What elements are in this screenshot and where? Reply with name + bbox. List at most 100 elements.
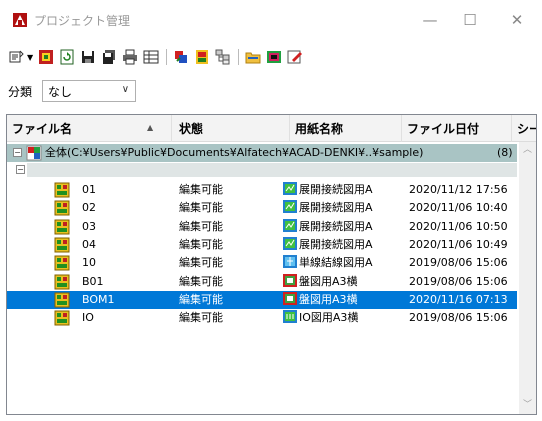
file-list[interactable]: ファイル名 ▲ 状態 用紙名称 ファイル日付 シー − 全体(C:¥Users¥… bbox=[6, 114, 537, 415]
connection-diagram-icon bbox=[283, 182, 299, 196]
file-row-io[interactable]: IO 編集可能 IO図用A3横 2019/08/06 15:06 bbox=[7, 309, 517, 327]
scroll-down-icon[interactable]: ﹀ bbox=[519, 397, 536, 414]
tree-root-row[interactable]: − 全体(C:¥Users¥Public¥Documents¥Alfatech¥… bbox=[7, 144, 517, 162]
file-row-02[interactable]: 02 編集可能 展開接続図用A 2020/11/06 10:40 bbox=[7, 199, 517, 217]
file-name: 01 bbox=[82, 183, 96, 196]
toolbar: ▼ bbox=[8, 46, 307, 68]
file-paper: 展開接続図用A bbox=[283, 218, 403, 236]
file-row-bom1[interactable]: BOM1 編集可能 盤図用A3横 2020/11/16 07:13 bbox=[7, 290, 517, 309]
drawing-file-icon bbox=[54, 255, 70, 271]
file-paper: 展開接続図用A bbox=[283, 236, 403, 254]
file-paper: 展開接続図用A bbox=[283, 181, 403, 199]
column-header-status[interactable]: 状態 bbox=[172, 115, 290, 142]
list-view-icon[interactable] bbox=[142, 48, 160, 66]
maximize-button[interactable]: ☐ bbox=[447, 0, 493, 40]
folder-icon[interactable] bbox=[244, 48, 262, 66]
window-title: プロジェクト管理 bbox=[34, 14, 131, 28]
file-date: 2019/08/06 15:06 bbox=[409, 256, 508, 270]
file-row-10[interactable]: 10 編集可能 単線結線図用A 2019/08/06 15:06 bbox=[7, 254, 517, 272]
file-row-b01[interactable]: B01 編集可能 盤図用A3横 2019/08/06 15:06 bbox=[7, 273, 517, 291]
new-project-icon[interactable] bbox=[37, 48, 55, 66]
collapse-icon[interactable]: − bbox=[13, 148, 22, 157]
connection-diagram-icon bbox=[283, 236, 299, 251]
edit-icon[interactable] bbox=[286, 48, 304, 66]
category-select[interactable]: なし ∨ bbox=[42, 80, 137, 102]
file-date: 2020/11/16 07:13 bbox=[409, 292, 508, 306]
file-paper: 盤図用A3横 bbox=[283, 273, 403, 291]
file-status: 編集可能 bbox=[179, 256, 223, 270]
category-select-value: なし bbox=[48, 84, 73, 99]
sort-ascending-icon: ▲ bbox=[147, 123, 154, 132]
file-name: B01 bbox=[82, 274, 104, 288]
drawing-file-icon bbox=[54, 292, 70, 308]
file-date: 2020/11/12 17:56 bbox=[409, 183, 508, 196]
drawing-file-icon bbox=[54, 219, 70, 235]
file-paper: 単線結線図用A bbox=[283, 254, 403, 272]
toolbar-separator bbox=[166, 49, 168, 65]
file-status: 編集可能 bbox=[179, 237, 223, 251]
collapse-icon-sub[interactable]: − bbox=[16, 165, 25, 174]
file-status: 編集可能 bbox=[179, 219, 223, 233]
project-icon bbox=[26, 145, 42, 161]
save-icon[interactable] bbox=[79, 48, 97, 66]
column-header-filename[interactable]: ファイル名 ▲ bbox=[7, 115, 172, 142]
drawing-file-icon bbox=[54, 310, 70, 326]
column-header-paper[interactable]: 用紙名称 bbox=[290, 115, 402, 142]
filter-row: 分類 なし ∨ bbox=[8, 80, 137, 102]
save-all-icon[interactable] bbox=[100, 48, 118, 66]
file-status: 編集可能 bbox=[179, 311, 223, 325]
file-name: IO bbox=[82, 311, 94, 325]
file-date: 2019/08/06 15:06 bbox=[409, 274, 508, 288]
file-name: 03 bbox=[82, 219, 96, 233]
file-name: 02 bbox=[82, 201, 96, 215]
file-row-03[interactable]: 03 編集可能 展開接続図用A 2020/11/06 10:50 bbox=[7, 218, 517, 236]
vertical-scrollbar[interactable]: ︿ ﹀ bbox=[519, 142, 536, 414]
tree-icon[interactable] bbox=[214, 48, 232, 66]
file-name: BOM1 bbox=[82, 292, 115, 306]
dropdown-arrow-icon[interactable]: ▼ bbox=[27, 53, 33, 62]
file-date: 2019/08/06 15:06 bbox=[409, 311, 508, 325]
file-paper: 盤図用A3横 bbox=[283, 291, 403, 309]
scroll-up-icon[interactable]: ︿ bbox=[519, 142, 536, 159]
file-status: 編集可能 bbox=[179, 201, 223, 215]
panel-icon[interactable] bbox=[265, 48, 283, 66]
file-paper: IO図用A3横 bbox=[283, 309, 403, 327]
list-header: ファイル名 ▲ 状態 用紙名称 ファイル日付 シー bbox=[7, 115, 536, 142]
column-header-sheet[interactable]: シー bbox=[512, 115, 536, 142]
toolbar-separator-2 bbox=[238, 49, 240, 65]
drawing-file-icon bbox=[54, 237, 70, 253]
io-diagram-icon bbox=[283, 310, 299, 324]
panel-diagram-icon bbox=[283, 291, 299, 306]
file-date: 2020/11/06 10:40 bbox=[409, 201, 508, 215]
file-name: 10 bbox=[82, 256, 96, 270]
group-header-row bbox=[27, 163, 517, 177]
file-paper: 展開接続図用A bbox=[283, 199, 403, 217]
file-date: 2020/11/06 10:49 bbox=[409, 237, 508, 251]
connection-diagram-icon bbox=[283, 200, 299, 214]
file-status: 編集可能 bbox=[179, 274, 223, 288]
file-name: 04 bbox=[82, 237, 96, 251]
panel-diagram-icon bbox=[283, 273, 299, 288]
properties-icon[interactable] bbox=[172, 48, 190, 66]
drawing-file-icon bbox=[54, 200, 70, 216]
file-row-04[interactable]: 04 編集可能 展開接続図用A 2020/11/06 10:49 bbox=[7, 236, 517, 254]
root-path: 全体(C:¥Users¥Public¥Documents¥Alfatech¥AC… bbox=[45, 146, 424, 159]
single-line-diagram-icon bbox=[283, 255, 299, 269]
drawing-file-icon bbox=[54, 274, 70, 289]
drawing-file-icon bbox=[54, 182, 70, 198]
file-row-01[interactable]: 01 編集可能 展開接続図用A 2020/11/12 17:56 bbox=[7, 181, 517, 199]
connection-diagram-icon bbox=[283, 218, 299, 233]
open-folder-icon[interactable] bbox=[8, 48, 26, 66]
settings-icon[interactable] bbox=[193, 48, 211, 66]
file-status: 編集可能 bbox=[179, 183, 223, 196]
print-icon[interactable] bbox=[121, 48, 139, 66]
file-status: 編集可能 bbox=[179, 292, 223, 306]
filter-label: 分類 bbox=[8, 84, 33, 99]
chevron-down-icon: ∨ bbox=[121, 84, 130, 95]
refresh-icon[interactable] bbox=[58, 48, 76, 66]
file-date: 2020/11/06 10:50 bbox=[409, 219, 508, 233]
app-icon bbox=[13, 13, 27, 27]
column-header-date[interactable]: ファイル日付 bbox=[402, 115, 512, 142]
close-button[interactable]: ✕ bbox=[494, 0, 540, 40]
title-bar: プロジェクト管理 — ☐ ✕ bbox=[0, 0, 542, 40]
